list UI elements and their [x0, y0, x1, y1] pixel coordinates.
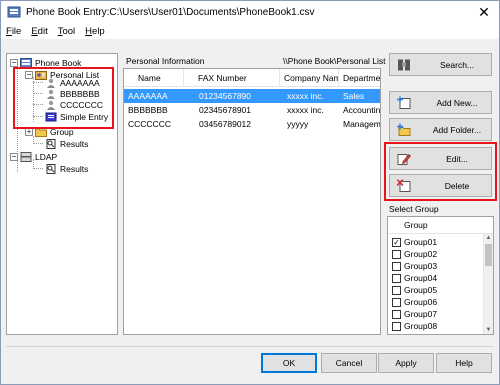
column-header-name[interactable]: Name	[124, 69, 184, 87]
group-label: Group05	[404, 285, 438, 295]
tree-node-ldap-results[interactable]: Results	[45, 163, 88, 174]
select-group-scrollbar[interactable]: ▲ ▼	[483, 234, 493, 334]
cell-company-name: yyyyy	[287, 119, 309, 129]
group-checkbox[interactable]	[392, 285, 401, 295]
select-group-list[interactable]: Group ✓ Group01 Group02 Group03 Group04 …	[387, 216, 494, 335]
group-label: Group03	[404, 261, 438, 271]
personal-information-list[interactable]: Name FAX Number Company Name Department …	[123, 68, 381, 335]
cell-department: Accounting	[343, 105, 381, 115]
table-row[interactable]: CCCCCCC 03456789012 yyyyy Management	[124, 117, 381, 131]
menu-file[interactable]: File	[6, 26, 21, 37]
menu-bar: File Edit Tool Help	[1, 23, 499, 39]
highlight-box-personal-list	[13, 67, 114, 129]
button-label: Cancel	[335, 358, 363, 368]
menu-edit[interactable]: Edit	[31, 26, 47, 37]
cell-name: CCCCCCC	[128, 119, 171, 129]
group-label: Group02	[404, 249, 438, 259]
list-header: Name FAX Number Company Name Department	[124, 69, 380, 87]
group-item[interactable]: Group04	[392, 272, 437, 284]
column-header-fax-number[interactable]: FAX Number	[184, 69, 280, 87]
group-checkbox[interactable]	[392, 249, 401, 259]
personal-information-label: Personal Information	[126, 56, 205, 66]
group-label: Group06	[404, 297, 438, 307]
column-header-company-name[interactable]: Company Name	[280, 69, 339, 87]
cell-name: AAAAAAA	[128, 91, 168, 101]
cell-department: Management	[343, 119, 381, 129]
ldap-server-icon	[20, 151, 32, 162]
group-label: Group08	[404, 321, 438, 331]
button-label: Add Folder...	[432, 124, 482, 135]
cell-name: BBBBBBB	[128, 105, 168, 115]
add-new-icon	[397, 96, 411, 109]
cell-company-name: xxxxx inc.	[287, 105, 324, 115]
menu-tool[interactable]: Tool	[58, 26, 75, 37]
button-label: OK	[282, 358, 296, 368]
tree-label: Results	[60, 138, 89, 149]
close-button[interactable]: ✕	[469, 1, 499, 23]
group-item[interactable]: Group05	[392, 284, 437, 296]
cell-fax-number: 01234567890	[199, 91, 252, 101]
group-label: Group04	[404, 273, 438, 283]
add-folder-icon	[397, 123, 411, 136]
group-item[interactable]: Group03	[392, 260, 437, 272]
button-label: Apply	[395, 358, 417, 368]
group-item[interactable]: Group07	[392, 308, 437, 320]
button-label: Help	[455, 358, 473, 368]
column-header-department[interactable]: Department	[339, 69, 380, 87]
collapse-toggle[interactable]: −	[10, 58, 18, 67]
close-icon: ✕	[478, 3, 490, 20]
current-path: \\Phone Book\Personal List	[283, 56, 386, 66]
phone-book-icon	[20, 57, 32, 68]
results-icon	[46, 138, 56, 149]
group-checkbox[interactable]	[392, 309, 401, 319]
cancel-button[interactable]: Cancel	[321, 353, 377, 373]
select-group-header[interactable]: Group	[388, 217, 493, 234]
table-row[interactable]: AAAAAAA 01234567890 xxxxx inc. Sales	[124, 89, 380, 103]
tree-node-group-results[interactable]: Results	[45, 138, 88, 149]
title-bar: Phone Book Entry:C:\Users\User01\Documen…	[1, 1, 499, 23]
tree-node-ldap[interactable]: − LDAP	[10, 151, 57, 162]
add-new-button[interactable]: Add New...	[389, 91, 492, 114]
scroll-up-icon[interactable]: ▲	[484, 235, 493, 241]
cell-fax-number: 03456789012	[199, 119, 252, 129]
results-icon	[46, 163, 56, 174]
help-button[interactable]: Help	[436, 353, 492, 373]
collapse-toggle[interactable]: −	[10, 152, 18, 161]
footer-divider	[6, 346, 494, 347]
table-row[interactable]: BBBBBBB 02345678901 xxxxx inc. Accountin…	[124, 103, 381, 117]
highlight-box-edit-delete	[384, 142, 497, 201]
apply-button[interactable]: Apply	[378, 353, 434, 373]
search-book-icon	[398, 59, 410, 70]
button-label: Search...	[439, 59, 475, 70]
group-item[interactable]: Group02	[392, 248, 437, 260]
group-item[interactable]: Group06	[392, 296, 437, 308]
ok-button[interactable]: OK	[261, 353, 317, 373]
cell-department: Sales	[343, 91, 365, 101]
group-item[interactable]: ✓ Group01	[392, 236, 437, 248]
button-label: Add New...	[436, 97, 478, 108]
scroll-down-icon[interactable]: ▼	[484, 327, 493, 333]
scrollbar-thumb[interactable]	[485, 244, 492, 266]
window-title: Phone Book Entry:C:\Users\User01\Documen…	[26, 6, 315, 18]
group-checkbox[interactable]	[392, 321, 401, 331]
select-group-label: Select Group	[389, 204, 439, 214]
group-label: Group01	[404, 237, 438, 247]
phone-book-app-icon	[7, 6, 21, 18]
group-label: Group07	[404, 309, 438, 319]
phone-book-tree[interactable]: − Phone Book − Personal List AAAAAAA BBB…	[6, 53, 118, 335]
phone-book-entry-window: Phone Book Entry:C:\Users\User01\Documen…	[0, 0, 500, 385]
cell-fax-number: 02345678901	[199, 105, 252, 115]
group-checkbox[interactable]: ✓	[392, 237, 401, 247]
search-button[interactable]: Search...	[389, 53, 492, 76]
menu-help[interactable]: Help	[85, 26, 105, 37]
group-checkbox[interactable]	[392, 261, 401, 271]
group-checkbox[interactable]	[392, 273, 401, 283]
tree-label: LDAP	[35, 151, 58, 162]
cell-company-name: xxxxx inc.	[287, 91, 324, 101]
add-folder-button[interactable]: Add Folder...	[389, 118, 492, 141]
tree-label: Phone Book	[35, 57, 82, 68]
group-checkbox[interactable]	[392, 297, 401, 307]
group-item[interactable]: Group08	[392, 320, 437, 332]
tree-label: Results	[60, 163, 89, 174]
